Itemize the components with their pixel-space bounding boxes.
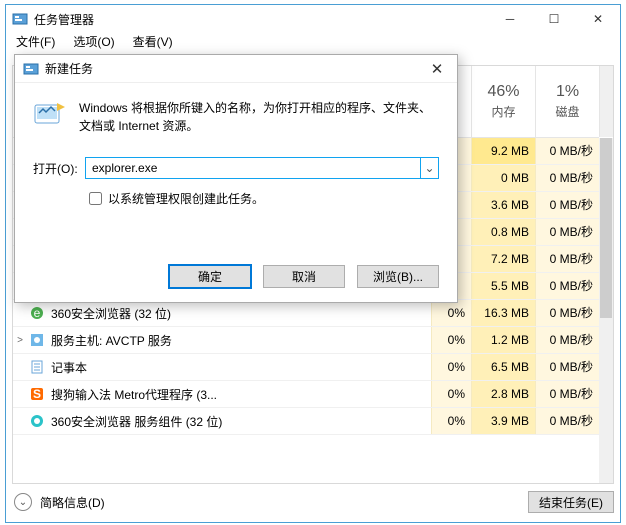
memory-cell: 0.8 MB [471, 219, 535, 245]
dialog-buttons: 确定 取消 浏览(B)... [169, 265, 439, 288]
ok-button[interactable]: 确定 [169, 265, 251, 288]
taskmgr-icon [23, 61, 39, 77]
open-label: 打开(O): [33, 160, 85, 177]
svg-text:S: S [33, 387, 41, 401]
memory-cell: 9.2 MB [471, 138, 535, 164]
memory-cell: 6.5 MB [471, 354, 535, 380]
dialog-close-button[interactable]: ✕ [417, 60, 457, 78]
open-input[interactable] [86, 161, 420, 175]
disk-label: 磁盘 [555, 103, 579, 120]
menu-file[interactable]: 文件(F) [16, 33, 55, 53]
window-controls: ─ ☐ ✕ [488, 5, 620, 33]
disk-cell: 0 MB/秒 [535, 219, 599, 245]
table-row[interactable]: 记事本0%6.5 MB0 MB/秒 [13, 354, 599, 381]
fewer-details-icon[interactable]: ⌄ [14, 493, 32, 511]
vertical-scrollbar[interactable] [599, 138, 613, 483]
dialog-body: Windows 将根据你所键入的名称，为你打开相应的程序、文件夹、文档或 Int… [15, 83, 457, 208]
minimize-button[interactable]: ─ [488, 5, 532, 33]
cpu-cell: 0% [431, 327, 471, 353]
close-button[interactable]: ✕ [576, 5, 620, 33]
svg-text:e: e [34, 306, 41, 320]
memory-cell: 7.2 MB [471, 246, 535, 272]
end-task-button[interactable]: 结束任务(E) [528, 491, 614, 513]
browse-button[interactable]: 浏览(B)... [357, 265, 439, 288]
column-disk[interactable]: 1% 磁盘 [535, 66, 599, 137]
process-name: 服务主机: AVCTP 服务 [51, 332, 431, 349]
process-name: 360安全浏览器 服务组件 (32 位) [51, 413, 431, 430]
column-memory[interactable]: 46% 内存 [471, 66, 535, 137]
disk-cell: 0 MB/秒 [535, 192, 599, 218]
cpu-cell: 0% [431, 300, 471, 326]
cpu-cell: 0% [431, 408, 471, 434]
memory-pct: 46% [487, 83, 519, 101]
table-row[interactable]: 360安全浏览器 服务组件 (32 位)0%3.9 MB0 MB/秒 [13, 408, 599, 435]
memory-cell: 2.8 MB [471, 381, 535, 407]
memory-cell: 16.3 MB [471, 300, 535, 326]
dialog-description: Windows 将根据你所键入的名称，为你打开相应的程序、文件夹、文档或 Int… [33, 99, 439, 139]
table-row[interactable]: e 360安全浏览器 (32 位)0%16.3 MB0 MB/秒 [13, 300, 599, 327]
memory-cell: 3.6 MB [471, 192, 535, 218]
window-title: 任务管理器 [34, 11, 488, 28]
process-name: 记事本 [51, 359, 431, 376]
memory-label: 内存 [491, 103, 515, 120]
process-name: 360安全浏览器 (32 位) [51, 305, 431, 322]
bottom-bar: ⌄ 简略信息(D) 结束任务(E) [12, 488, 614, 516]
admin-row: 以系统管理权限创建此任务。 [85, 189, 439, 208]
new-task-dialog: 新建任务 ✕ Windows 将根据你所键入的名称，为你打开相应的程序、文件夹、… [14, 54, 458, 303]
menubar: 文件(F) 选项(O) 查看(V) [6, 33, 620, 53]
admin-checkbox[interactable] [89, 192, 102, 205]
disk-cell: 0 MB/秒 [535, 354, 599, 380]
cpu-cell: 0% [431, 381, 471, 407]
process-icon [29, 332, 45, 348]
menu-options[interactable]: 选项(O) [73, 33, 114, 53]
run-icon [33, 99, 67, 129]
open-row: 打开(O): ⌄ [33, 157, 439, 179]
cancel-button[interactable]: 取消 [263, 265, 345, 288]
disk-cell: 0 MB/秒 [535, 273, 599, 299]
memory-cell: 1.2 MB [471, 327, 535, 353]
brief-info-label[interactable]: 简略信息(D) [40, 494, 528, 511]
expand-icon[interactable]: > [13, 335, 27, 346]
memory-cell: 0 MB [471, 165, 535, 191]
disk-cell: 0 MB/秒 [535, 300, 599, 326]
disk-cell: 0 MB/秒 [535, 246, 599, 272]
maximize-button[interactable]: ☐ [532, 5, 576, 33]
dialog-titlebar[interactable]: 新建任务 ✕ [15, 55, 457, 83]
memory-cell: 3.9 MB [471, 408, 535, 434]
scrollbar-thumb[interactable] [600, 138, 612, 318]
disk-cell: 0 MB/秒 [535, 327, 599, 353]
admin-label: 以系统管理权限创建此任务。 [108, 190, 264, 207]
disk-cell: 0 MB/秒 [535, 381, 599, 407]
process-icon: e [29, 305, 45, 321]
process-icon: S [29, 386, 45, 402]
table-row[interactable]: S 搜狗输入法 Metro代理程序 (3...0%2.8 MB0 MB/秒 [13, 381, 599, 408]
disk-cell: 0 MB/秒 [535, 408, 599, 434]
open-combo[interactable]: ⌄ [85, 157, 439, 179]
dialog-title: 新建任务 [45, 60, 417, 77]
disk-pct: 1% [556, 83, 579, 101]
disk-cell: 0 MB/秒 [535, 165, 599, 191]
scroll-header-cap [599, 66, 613, 137]
table-row[interactable]: > 服务主机: AVCTP 服务0%1.2 MB0 MB/秒 [13, 327, 599, 354]
cpu-cell: 0% [431, 354, 471, 380]
titlebar[interactable]: 任务管理器 ─ ☐ ✕ [6, 5, 620, 33]
disk-cell: 0 MB/秒 [535, 138, 599, 164]
memory-cell: 5.5 MB [471, 273, 535, 299]
process-icon [29, 359, 45, 375]
taskmgr-icon [12, 11, 28, 27]
chevron-down-icon[interactable]: ⌄ [420, 158, 438, 178]
menu-view[interactable]: 查看(V) [133, 33, 173, 53]
process-icon [29, 413, 45, 429]
process-name: 搜狗输入法 Metro代理程序 (3... [51, 386, 431, 403]
